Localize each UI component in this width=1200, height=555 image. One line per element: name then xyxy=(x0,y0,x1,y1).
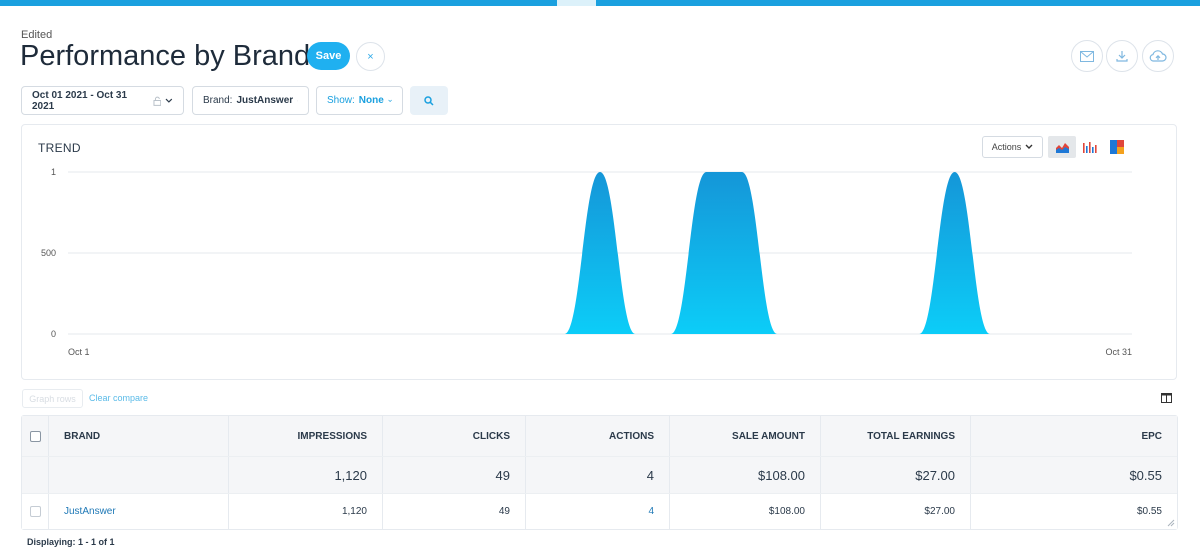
select-all-checkbox[interactable] xyxy=(29,430,41,442)
totals-empty-cell xyxy=(22,457,49,493)
row-checkbox[interactable] xyxy=(29,506,41,517)
show-filter-value: None xyxy=(358,95,384,106)
row-actions-cell: 4 xyxy=(526,494,670,529)
trend-chart: 1 500 0 Oct 1 Oct 31 xyxy=(41,167,1132,357)
row-clicks: 49 xyxy=(383,494,526,529)
totals-actions: 4 xyxy=(526,457,670,493)
table-totals-row: 1,120 49 4 $108.00 $27.00 $0.55 xyxy=(22,456,1177,493)
email-icon xyxy=(1080,50,1094,62)
trend-panel: TREND Actions 1 500 0 Oct 1 Oct 31 xyxy=(21,124,1177,380)
search-icon xyxy=(424,95,434,106)
x-tick-label-start: Oct 1 xyxy=(68,347,90,357)
table-header-row: BRAND IMPRESSIONS CLICKS ACTIONS SALE AM… xyxy=(22,416,1177,456)
row-brand-cell: JustAnswer xyxy=(49,494,229,529)
close-button[interactable]: × xyxy=(356,42,385,71)
clear-compare-link[interactable]: Clear compare xyxy=(89,393,148,403)
column-header-sale-amount[interactable]: SALE AMOUNT xyxy=(670,416,821,456)
page-title: Performance by Brand xyxy=(20,40,311,72)
email-button[interactable] xyxy=(1071,40,1103,72)
column-header-clicks[interactable]: CLICKS xyxy=(383,416,526,456)
row-select-cell xyxy=(22,494,49,529)
totals-total-earnings: $27.00 xyxy=(821,457,971,493)
column-header-brand[interactable]: BRAND xyxy=(49,416,229,456)
row-impressions: 1,120 xyxy=(229,494,383,529)
show-filter[interactable]: Show: None xyxy=(316,86,403,115)
download-icon xyxy=(1116,51,1128,62)
chevron-down-icon xyxy=(165,98,173,103)
download-button[interactable] xyxy=(1106,40,1138,72)
column-settings-icon[interactable] xyxy=(1161,393,1172,403)
row-total-earnings: $27.00 xyxy=(821,494,971,529)
row-epc: $0.55 xyxy=(1136,506,1162,517)
column-header-actions[interactable]: ACTIONS xyxy=(526,416,670,456)
chevron-down-icon xyxy=(297,100,298,101)
actions-link[interactable]: 4 xyxy=(648,506,654,517)
row-sale-amount: $108.00 xyxy=(670,494,821,529)
date-range-value: Oct 01 2021 - Oct 31 2021 xyxy=(32,89,128,112)
totals-brand-cell xyxy=(49,457,229,493)
show-filter-label: Show: xyxy=(327,95,355,106)
brand-link[interactable]: JustAnswer xyxy=(64,506,116,517)
date-range-picker[interactable]: Oct 01 2021 - Oct 31 2021 xyxy=(21,86,184,115)
totals-epc: $0.55 xyxy=(1129,467,1162,483)
brand-filter[interactable]: Brand: JustAnswer xyxy=(192,86,309,115)
column-header-epc[interactable]: EPC xyxy=(971,416,1177,456)
column-header-impressions[interactable]: IMPRESSIONS xyxy=(229,416,383,456)
y-tick-label: 1 xyxy=(51,167,56,177)
lock-icon xyxy=(152,96,161,106)
brand-filter-label: Brand: xyxy=(203,95,233,106)
top-progress-bar xyxy=(0,0,1200,6)
totals-clicks: 49 xyxy=(383,457,526,493)
select-all-cell xyxy=(22,416,49,456)
column-header-total-earnings[interactable]: TOTAL EARNINGS xyxy=(821,416,971,456)
cloud-upload-icon xyxy=(1149,49,1167,62)
pagination-status: Displaying: 1 - 1 of 1 xyxy=(27,537,115,547)
resize-handle-icon[interactable] xyxy=(1167,519,1175,527)
save-button[interactable]: Save xyxy=(307,42,350,70)
y-tick-label: 0 xyxy=(51,329,56,339)
brand-filter-value: JustAnswer xyxy=(236,95,294,106)
cloud-upload-button[interactable] xyxy=(1142,40,1174,72)
x-tick-label-end: Oct 31 xyxy=(1105,347,1132,357)
search-button[interactable] xyxy=(410,86,448,115)
chevron-down-icon xyxy=(388,99,392,102)
performance-table: BRAND IMPRESSIONS CLICKS ACTIONS SALE AM… xyxy=(21,415,1178,530)
graph-rows-button[interactable]: Graph rows xyxy=(22,389,83,408)
totals-impressions: 1,120 xyxy=(229,457,383,493)
y-tick-label: 500 xyxy=(41,248,56,258)
totals-sale-amount: $108.00 xyxy=(670,457,821,493)
table-row: JustAnswer 1,120 49 4 $108.00 $27.00 $0.… xyxy=(22,493,1177,529)
